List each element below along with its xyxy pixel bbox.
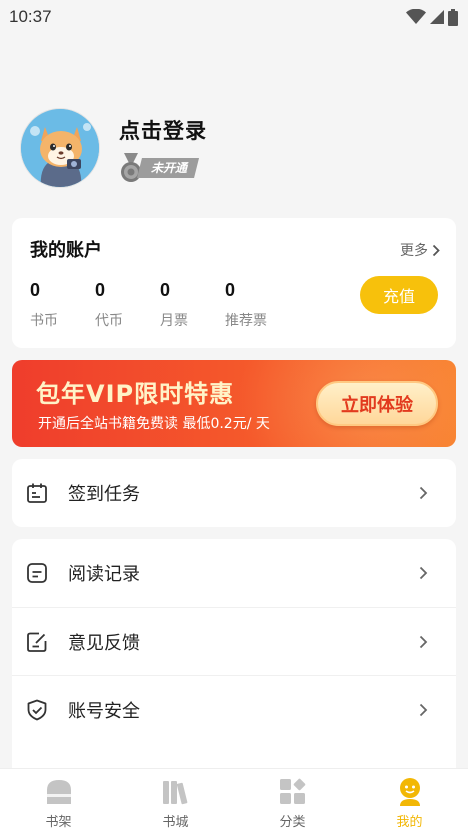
- account-title: 我的账户: [30, 240, 102, 261]
- status-icons: [406, 8, 458, 26]
- stat-label: 代币: [95, 313, 123, 329]
- account-stats: 0 书币 0 代币 0 月票 0 推荐票: [30, 280, 290, 330]
- chevron-right-icon: [432, 244, 440, 256]
- menu-label: 账号安全: [68, 700, 140, 722]
- recharge-button[interactable]: 充值: [360, 276, 438, 314]
- chevron-right-icon: [419, 635, 428, 648]
- menu-label: 阅读记录: [68, 564, 140, 585]
- menu-item-reading-history[interactable]: 阅读记录: [12, 539, 456, 607]
- stat-coins[interactable]: 0 书币: [30, 280, 95, 330]
- status-bar: 10:37: [0, 0, 468, 34]
- calendar-icon: [26, 482, 48, 504]
- status-time: 10:37: [9, 7, 52, 26]
- tab-label: 分类: [279, 815, 306, 830]
- stat-tokens[interactable]: 0 代币: [95, 280, 160, 330]
- banner-subtitle: 开通后全站书籍免费读 最低0.2元/ 天: [38, 416, 270, 432]
- cat-avatar-illustration: [21, 109, 99, 187]
- tasks-card: 签到任务: [12, 459, 456, 527]
- profile-icon: [394, 776, 426, 808]
- settings-list-card: 阅读记录 意见反馈 账号安全: [12, 539, 456, 779]
- bookstore-icon: [160, 776, 192, 808]
- stat-value: 0: [225, 280, 236, 300]
- tab-bookstore[interactable]: 书城: [117, 769, 234, 832]
- stat-value: 0: [160, 280, 171, 300]
- vip-promo-banner[interactable]: 包年VIP限时特惠 开通后全站书籍免费读 最低0.2元/ 天 立即体验: [12, 360, 456, 447]
- stat-monthly-tickets[interactable]: 0 月票: [160, 280, 225, 330]
- bookshelf-icon: [43, 776, 75, 808]
- tab-label: 我的: [396, 815, 423, 830]
- menu-item-feedback[interactable]: 意见反馈: [12, 607, 456, 675]
- menu-label: 签到任务: [68, 484, 140, 505]
- reading-record-icon: [26, 562, 48, 584]
- stat-label: 月票: [160, 313, 188, 329]
- menu-item-account-security[interactable]: 账号安全: [12, 675, 456, 743]
- vip-medal-icon: [121, 153, 141, 182]
- tab-bookshelf[interactable]: 书架: [0, 769, 117, 832]
- stat-recommend-tickets[interactable]: 0 推荐票: [225, 280, 290, 330]
- vip-status-badge: 未开通: [119, 153, 207, 182]
- tab-me[interactable]: 我的: [351, 769, 468, 832]
- bottom-tab-bar: 书架 书城 分类 我的: [0, 768, 468, 832]
- chevron-right-icon: [419, 703, 428, 716]
- stat-label: 书币: [30, 313, 58, 329]
- account-card: 我的账户 更多 0 书币 0 代币 0 月票 0 推荐票 充值: [12, 218, 456, 348]
- tab-label: 书城: [162, 815, 189, 830]
- wifi-icon: [406, 9, 426, 24]
- menu-label: 意见反馈: [68, 632, 140, 654]
- more-label: 更多: [400, 243, 428, 259]
- feedback-icon: [26, 631, 48, 653]
- login-prompt[interactable]: 点击登录: [119, 115, 207, 145]
- vip-status-text: 未开通: [137, 158, 200, 178]
- shield-icon: [26, 699, 48, 721]
- cellular-signal-icon: [430, 10, 444, 24]
- battery-icon: [448, 8, 458, 26]
- stat-label: 推荐票: [225, 313, 267, 329]
- account-more-link[interactable]: 更多: [400, 240, 440, 260]
- banner-title: 包年VIP限时特惠: [36, 380, 235, 408]
- menu-item-sign-in-tasks[interactable]: 签到任务: [12, 459, 456, 527]
- stat-value: 0: [30, 280, 41, 300]
- tab-label: 书架: [45, 815, 72, 830]
- chevron-right-icon: [419, 566, 428, 580]
- profile-header[interactable]: 点击登录 未开通: [20, 108, 207, 188]
- try-now-button[interactable]: 立即体验: [316, 381, 438, 426]
- tab-category[interactable]: 分类: [234, 769, 351, 832]
- stat-value: 0: [95, 280, 106, 300]
- avatar[interactable]: [20, 108, 100, 188]
- chevron-right-icon: [419, 486, 428, 500]
- category-icon: [277, 776, 309, 808]
